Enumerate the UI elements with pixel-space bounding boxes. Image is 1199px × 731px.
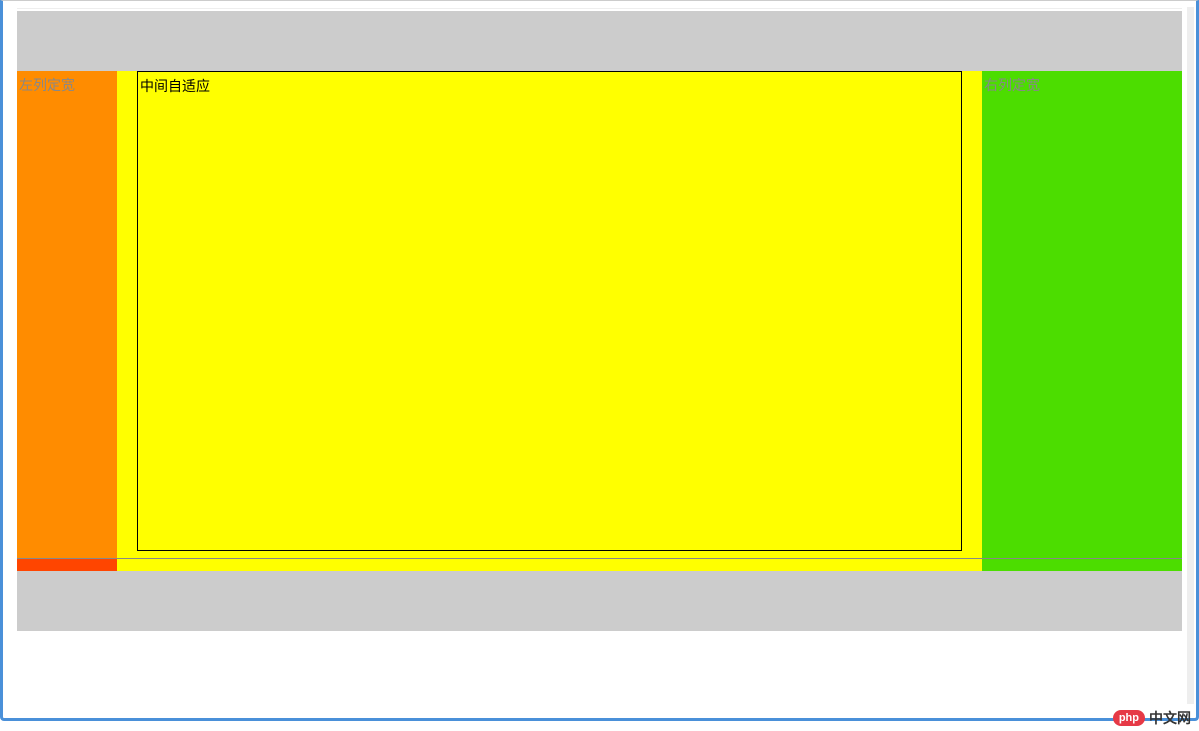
center-column-footer-strip [117,559,982,571]
right-column: 右列定宽 [982,71,1182,558]
header-section [17,11,1182,71]
center-column-label: 中间自适应 [140,78,210,94]
left-column-label: 左列定宽 [19,77,75,93]
page-content: 左列定宽 中间自适应 右列定宽 [17,7,1182,704]
left-column-footer-strip [17,559,117,571]
vertical-scrollbar[interactable] [1187,7,1194,704]
watermark-site-name: 中文网 [1149,708,1191,728]
right-column-footer-strip [982,559,1182,571]
browser-window-frame: 左列定宽 中间自适应 右列定宽 [0,0,1199,721]
three-column-layout: 左列定宽 中间自适应 右列定宽 [17,71,1182,571]
left-column: 左列定宽 [17,71,117,558]
top-divider [17,7,1182,9]
center-column: 中间自适应 [137,71,962,551]
php-badge: php [1113,710,1145,726]
right-column-label: 右列定宽 [984,77,1040,93]
footer-section [17,571,1182,631]
site-watermark: php 中文网 [1113,708,1191,728]
